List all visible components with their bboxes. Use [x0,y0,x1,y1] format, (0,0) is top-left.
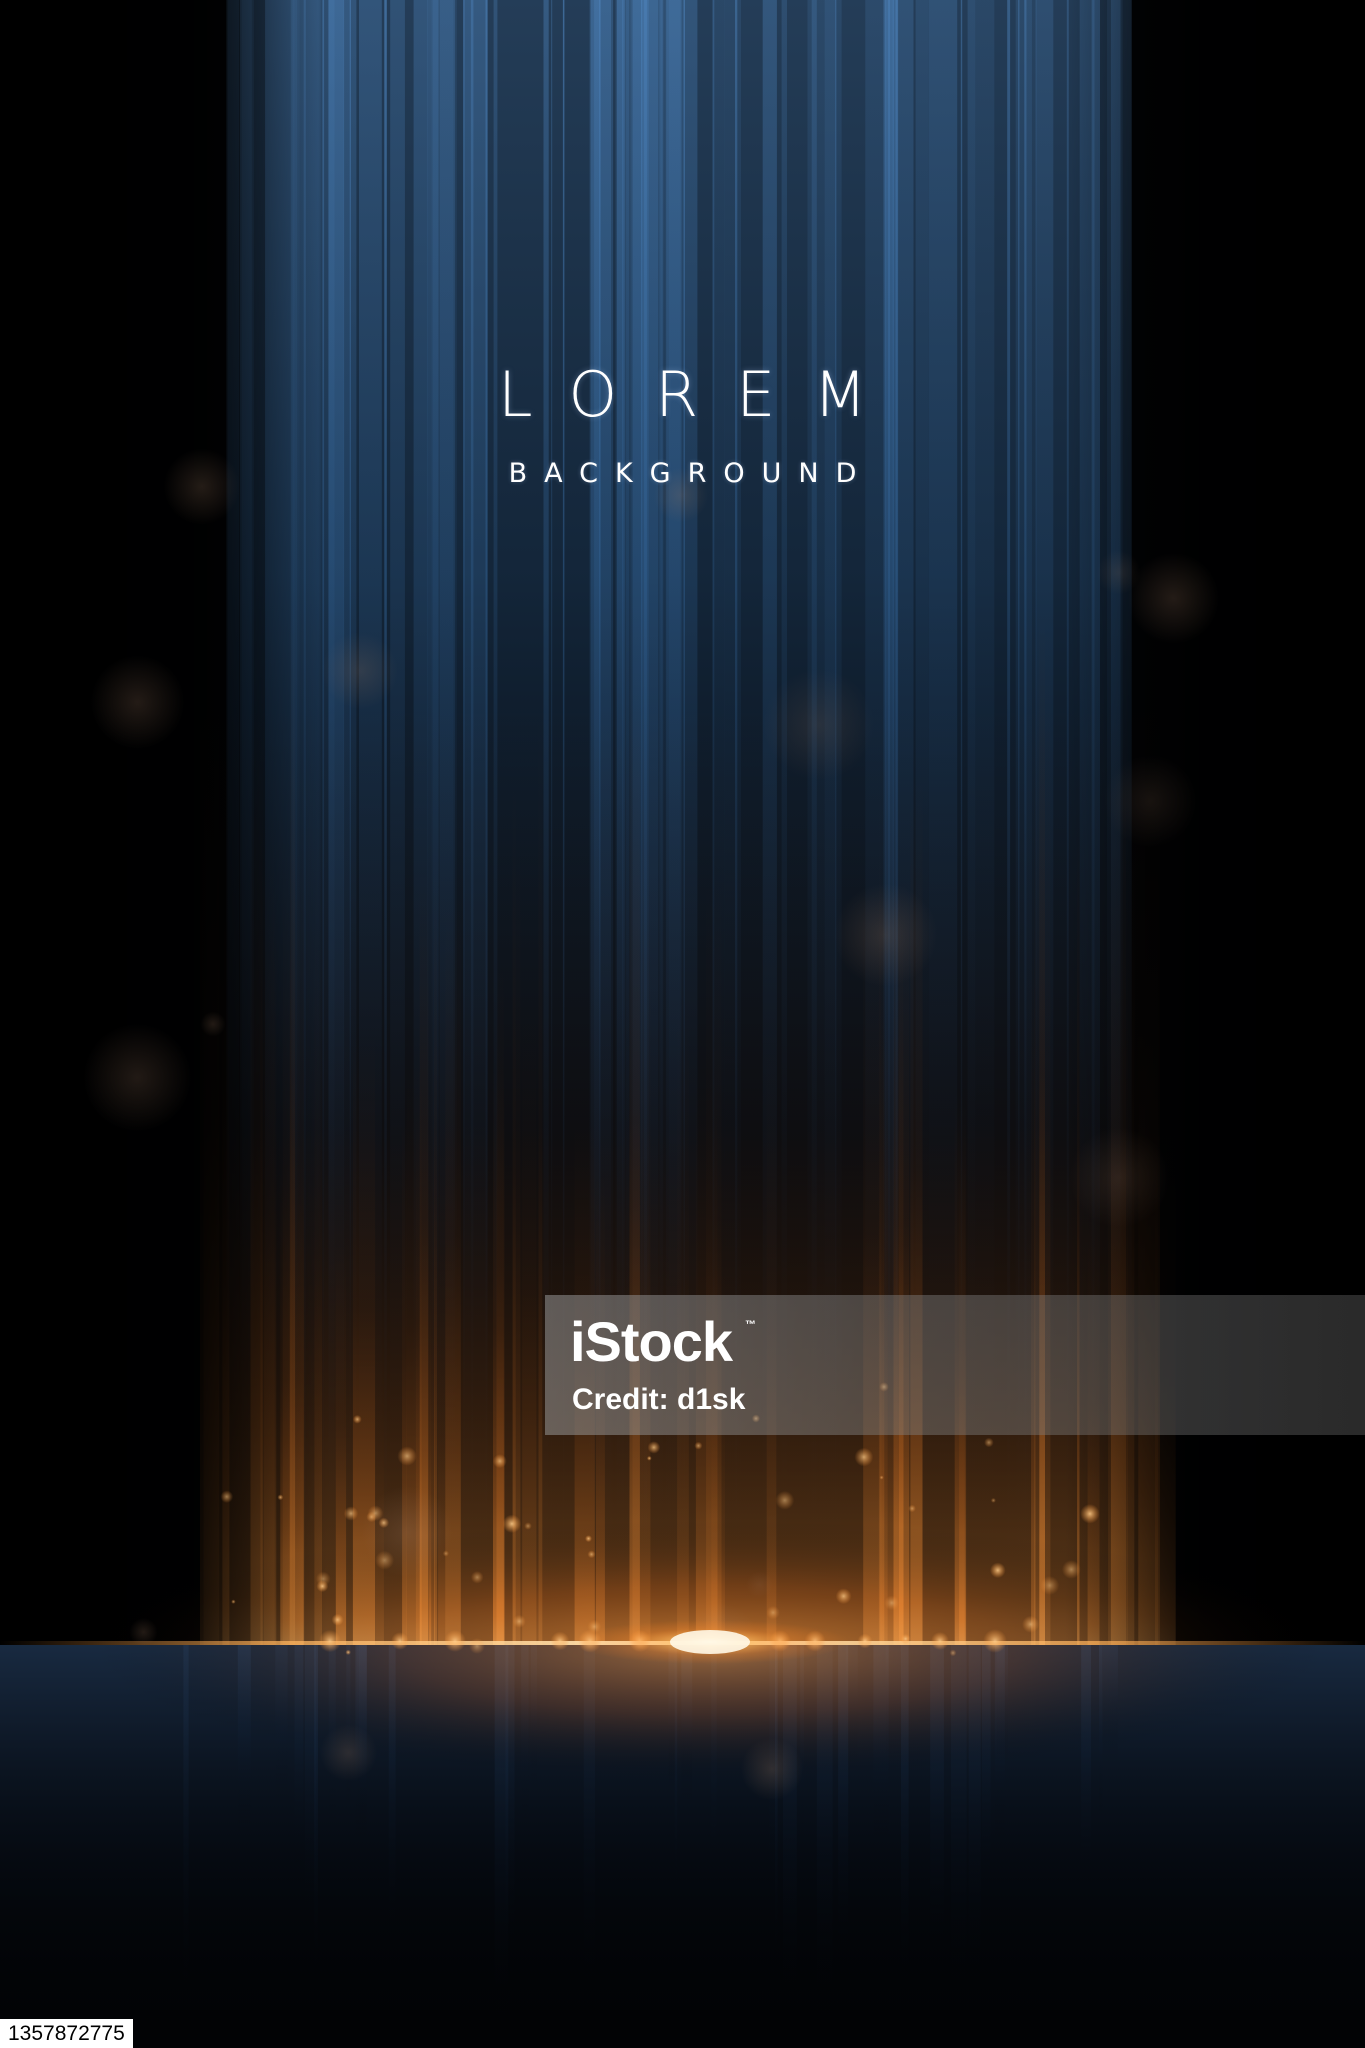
bokeh-dot [990,1562,1006,1579]
bokeh-dot [984,1437,994,1448]
horizon-sparkle [318,1629,342,1653]
bokeh-dot [908,1504,916,1513]
bokeh-dim [321,632,398,709]
watermark-trademark: ™ [745,1319,756,1331]
bokeh-dot [647,1441,661,1454]
bokeh-dot [231,1599,236,1604]
stock-watermark: iStock ™ Credit: d1sk [545,1295,1365,1435]
bokeh-dot [879,1475,884,1480]
bokeh-dim [1104,755,1197,847]
watermark-credit: Credit: d1sk [572,1383,746,1416]
bokeh-dot [884,1595,900,1611]
bokeh-dot [1080,1504,1100,1524]
watermark-brand-logo: iStock [570,1310,733,1373]
light-rays-background [0,0,1365,2048]
bokeh-dot [587,1550,596,1559]
horizon-sparkle [391,1632,409,1650]
bokeh-dim [129,1618,158,1647]
bokeh-dot [277,1494,284,1501]
bokeh-dot [502,1514,522,1534]
horizon-sparkle [857,1633,873,1649]
bokeh-dim [361,1486,453,1577]
bokeh-dot [352,1414,362,1424]
horizon-sparkle [930,1631,950,1651]
image-id-label: 1357872775 [0,2019,133,2048]
bokeh-dot [1022,1615,1040,1633]
bokeh-dim [200,1011,226,1037]
bokeh-dim [1069,1127,1170,1228]
bokeh-dot [900,1633,911,1645]
bokeh-dot [397,1446,417,1466]
poster-subtitle: BACKGROUND [508,458,874,489]
bokeh-dot [492,1454,507,1469]
bokeh-dot [1040,1576,1060,1595]
horizon-sparkle [444,1630,466,1652]
bokeh-dot [524,1522,532,1530]
poster-scene: LOREM BACKGROUND iStock ™ Credit: d1sk 1… [0,0,1365,2048]
bokeh-dot [316,1580,329,1593]
bokeh-dot [469,1638,485,1654]
bokeh-dim [763,669,875,781]
poster-title: LOREM [498,358,905,431]
bokeh-dim [746,1571,774,1598]
horizon-sparkle [550,1631,570,1651]
bokeh-dim [83,1023,191,1132]
bokeh-dot [345,1649,351,1656]
bokeh-dot [512,1614,526,1628]
bokeh-dot [990,1497,996,1503]
bokeh-dot [331,1613,344,1626]
bokeh-dim [90,655,185,749]
bokeh-dot [854,1447,874,1467]
bokeh-dot [343,1506,359,1521]
bokeh-dot [775,1490,795,1510]
bokeh-dot [694,1441,703,1450]
bokeh-dot [220,1490,234,1503]
bokeh-dot [949,1649,957,1657]
bokeh-dot [585,1535,592,1543]
bokeh-dim [740,1737,804,1801]
bokeh-dot [646,1455,652,1461]
bokeh-dot [470,1571,484,1584]
horizon-sparkle [983,1629,1007,1653]
bokeh-dot [1061,1560,1081,1579]
bokeh-dot [766,1605,780,1620]
flare-core [670,1630,750,1654]
bokeh-dim [320,1724,377,1782]
bokeh-dim [1128,552,1219,644]
bokeh-dot [835,1588,852,1605]
bokeh-dim [834,883,938,987]
